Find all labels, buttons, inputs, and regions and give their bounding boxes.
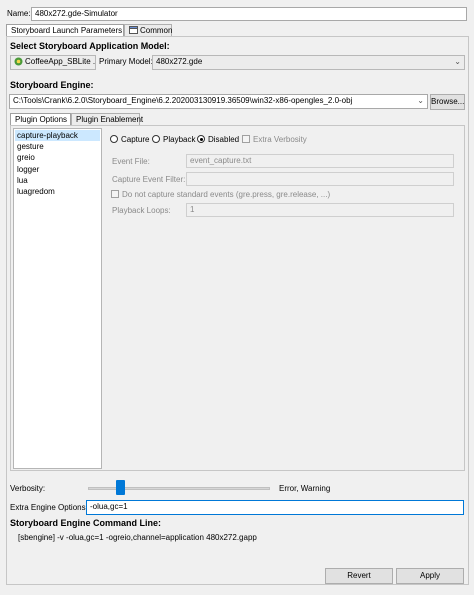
verbosity-level-text: Error, Warning — [279, 484, 331, 493]
common-tab-icon — [129, 26, 138, 34]
capture-filter-label: Capture Event Filter: — [112, 175, 186, 184]
list-item[interactable]: gesture — [17, 141, 44, 152]
list-item[interactable]: luagredom — [17, 186, 55, 197]
extra-verbosity-checkbox[interactable]: Extra Verbosity — [242, 135, 307, 144]
chevron-down-icon: ⌄ — [415, 95, 424, 107]
disabled-radio-label: Disabled — [208, 135, 240, 144]
playback-radio-label: Playback — [163, 135, 196, 144]
capture-filter-field[interactable] — [186, 172, 454, 186]
list-item[interactable]: lua — [17, 175, 28, 186]
plugin-list[interactable]: capture-playback gesture greio logger lu… — [13, 128, 102, 469]
browse-button[interactable]: Browse... — [430, 94, 465, 110]
checkbox-indicator — [242, 135, 250, 143]
list-item[interactable]: logger — [17, 164, 39, 175]
tab-label: Common — [140, 26, 173, 35]
no-standard-events-label: Do not capture standard events (gre.pres… — [122, 190, 331, 199]
event-file-field[interactable]: event_capture.txt — [186, 154, 454, 168]
tab-label: Plugin Enablement — [76, 115, 144, 124]
engine-path-value: C:\Tools\Crank\6.2.0\Storyboard_Engine\6… — [13, 96, 353, 105]
checkbox-indicator — [111, 190, 119, 198]
list-item[interactable]: greio — [17, 152, 35, 163]
playback-loops-label: Playback Loops: — [112, 206, 171, 215]
radio-indicator — [197, 135, 205, 143]
primary-model-label: Primary Model: — [99, 57, 153, 66]
app-model-heading: Select Storyboard Application Model: — [10, 41, 170, 51]
apply-button[interactable]: Apply — [396, 568, 464, 584]
verbosity-label: Verbosity: — [10, 484, 46, 493]
radio-indicator — [152, 135, 160, 143]
radio-indicator — [110, 135, 118, 143]
extra-verbosity-label: Extra Verbosity — [253, 135, 307, 144]
command-line-heading: Storyboard Engine Command Line: — [10, 518, 162, 528]
engine-heading: Storyboard Engine: — [10, 80, 94, 90]
coffee-app-icon — [14, 57, 23, 66]
tab-label: Storyboard Launch Parameters — [11, 26, 123, 35]
event-file-label: Event File: — [112, 157, 150, 166]
playback-loops-field[interactable]: 1 — [186, 203, 454, 217]
chevron-down-icon: ⌄ — [454, 57, 461, 66]
project-value: CoffeeApp_SBLite ... — [25, 57, 96, 66]
playback-radio[interactable]: Playback — [152, 135, 195, 144]
name-label: Name: — [7, 9, 31, 18]
capture-radio-label: Capture — [121, 135, 150, 144]
tab-label: Plugin Options — [15, 115, 68, 124]
verbosity-slider-thumb[interactable] — [116, 480, 125, 495]
project-selector[interactable]: CoffeeApp_SBLite ... — [10, 55, 96, 70]
list-item[interactable]: capture-playback — [15, 130, 100, 141]
revert-button[interactable]: Revert — [325, 568, 393, 584]
capture-radio[interactable]: Capture — [110, 135, 149, 144]
primary-model-value: 480x272.gde — [156, 57, 203, 66]
disabled-radio[interactable]: Disabled — [197, 135, 239, 144]
primary-model-select[interactable]: 480x272.gde ⌄ — [152, 55, 465, 70]
extra-options-label: Extra Engine Options: — [10, 503, 88, 512]
command-line-text: [sbengine] -v -olua,gc=1 -ogreio,channel… — [18, 533, 257, 542]
extra-options-field[interactable]: -olua,gc=1 — [86, 500, 464, 515]
name-field[interactable]: 480x272.gde-Simulator — [31, 7, 467, 21]
engine-path-select[interactable]: C:\Tools\Crank\6.2.0\Storyboard_Engine\6… — [9, 94, 428, 109]
no-standard-events-checkbox[interactable]: Do not capture standard events (gre.pres… — [111, 190, 330, 199]
